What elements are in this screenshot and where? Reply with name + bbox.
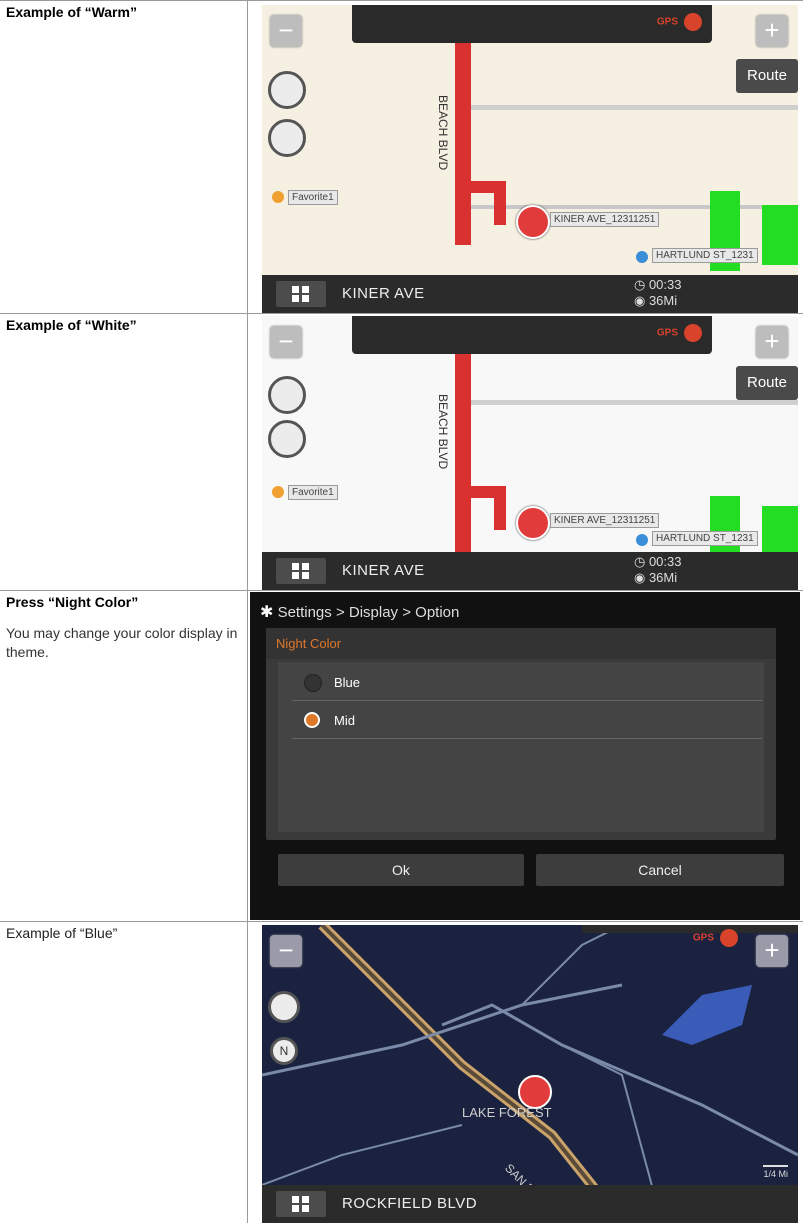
eta-info: ◷ 00:33 ◉ 36Mi [634, 277, 682, 309]
bottom-nav-bar: ROCKFIELD BLVD [262, 1185, 798, 1223]
favorite-icon [272, 486, 284, 498]
menu-grid-button[interactable] [276, 558, 326, 584]
row-label-cell: Example of “Blue” [0, 922, 248, 1223]
zoom-out-button[interactable]: − [270, 15, 302, 47]
eta-distance: ◉ 36Mi [634, 293, 678, 308]
map-green-area [762, 205, 798, 265]
settings-screenshot: ✱ Settings > Display > Option Night Colo… [250, 592, 800, 920]
option-blue[interactable]: Blue [292, 666, 762, 701]
map-scale: 1/4 Mi [763, 1165, 788, 1179]
row-description: You may change your color display in the… [6, 625, 238, 660]
place-label: LAKE FOREST [462, 1105, 552, 1120]
row-label-cell: Press “Night Color” You may change your … [0, 591, 248, 921]
vehicle-position-icon [518, 1075, 552, 1109]
poi-tag: KINER AVE_12311251 [550, 212, 660, 227]
favorite-icon [272, 191, 284, 203]
eta-time: ◷ 00:33 [634, 277, 682, 292]
eta-distance: ◉ 36Mi [634, 570, 678, 585]
row-label: Example of “Warm” [6, 4, 137, 20]
vehicle-position-icon [516, 205, 550, 239]
gear-icon: ✱ [260, 604, 274, 621]
menu-grid-button[interactable] [276, 1191, 326, 1217]
favorite-marker[interactable]: Favorite1 [272, 484, 338, 500]
top-status-bar: GPS [352, 316, 712, 354]
ok-button[interactable]: Ok [278, 854, 524, 886]
poi-icon [636, 534, 648, 546]
zoom-out-button[interactable]: − [270, 326, 302, 358]
route-button[interactable]: Route [736, 59, 798, 93]
bottom-nav-bar: KINER AVE ◷ 00:33 ◉ 36Mi [262, 552, 798, 590]
night-color-panel: Night Color Blue Mid [266, 628, 776, 840]
gps-indicator: GPS [657, 324, 702, 342]
eta-time: ◷ 00:33 [634, 554, 682, 569]
map-screenshot-blue: GPS − + N LAKE FOREST SAN DIEGO 1/4 Mi R… [262, 925, 798, 1223]
route-button[interactable]: Route [736, 366, 798, 400]
poi-tag: HARTLUND ST_1231 [652, 248, 758, 263]
compass-icon[interactable] [268, 420, 306, 458]
zoom-in-button[interactable]: + [756, 15, 788, 47]
menu-grid-button[interactable] [276, 281, 326, 307]
option-mid[interactable]: Mid [292, 704, 762, 739]
row-label-cell: Example of “White” [0, 314, 248, 590]
road-label: BEACH BLVD [436, 394, 450, 470]
radio-selected-icon [304, 712, 320, 728]
compass-icon[interactable] [268, 119, 306, 157]
radio-icon [304, 674, 322, 692]
zoom-out-button[interactable]: − [270, 935, 302, 967]
pin-icon[interactable] [268, 991, 300, 1023]
poi-tag: KINER AVE_12311251 [550, 513, 660, 528]
current-street: ROCKFIELD BLVD [342, 1195, 478, 1212]
vehicle-position-icon [516, 506, 550, 540]
top-status-bar: GPS [352, 5, 712, 43]
row-label-cell: Example of “Warm” [0, 1, 248, 313]
gps-indicator: GPS [693, 929, 738, 947]
zoom-in-button[interactable]: + [756, 326, 788, 358]
pin-icon[interactable] [268, 376, 306, 414]
map-green-area [710, 496, 740, 556]
settings-breadcrumb: ✱ Settings > Display > Option [260, 604, 460, 621]
pin-icon[interactable] [268, 71, 306, 109]
poi-tag: HARTLUND ST_1231 [652, 531, 758, 546]
row-label: Example of “White” [6, 317, 137, 333]
poi-icon [636, 251, 648, 263]
bottom-nav-bar: KINER AVE ◷ 00:33 ◉ 36Mi [262, 275, 798, 313]
favorite-marker[interactable]: Favorite1 [272, 189, 338, 205]
eta-info: ◷ 00:33 ◉ 36Mi [634, 554, 682, 586]
row-label: Press “Night Color” [6, 594, 139, 610]
zoom-in-button[interactable]: + [756, 935, 788, 967]
section-title: Night Color [266, 628, 776, 659]
road-label: BEACH BLVD [436, 95, 450, 171]
cancel-button[interactable]: Cancel [536, 854, 784, 886]
north-compass-icon[interactable]: N [270, 1037, 298, 1065]
current-street: KINER AVE [342, 285, 425, 302]
current-street: KINER AVE [342, 562, 425, 579]
gps-indicator: GPS [657, 13, 702, 31]
map-screenshot-white: BEACH BLVD GPS − + Route Favorite1 KINER… [262, 316, 798, 590]
map-green-area [762, 506, 798, 556]
map-screenshot-warm: BEACH BLVD GPS − + Route Favorite1 KINER… [262, 5, 798, 313]
row-label: Example of “Blue” [6, 925, 118, 941]
option-list: Blue Mid [278, 662, 764, 832]
